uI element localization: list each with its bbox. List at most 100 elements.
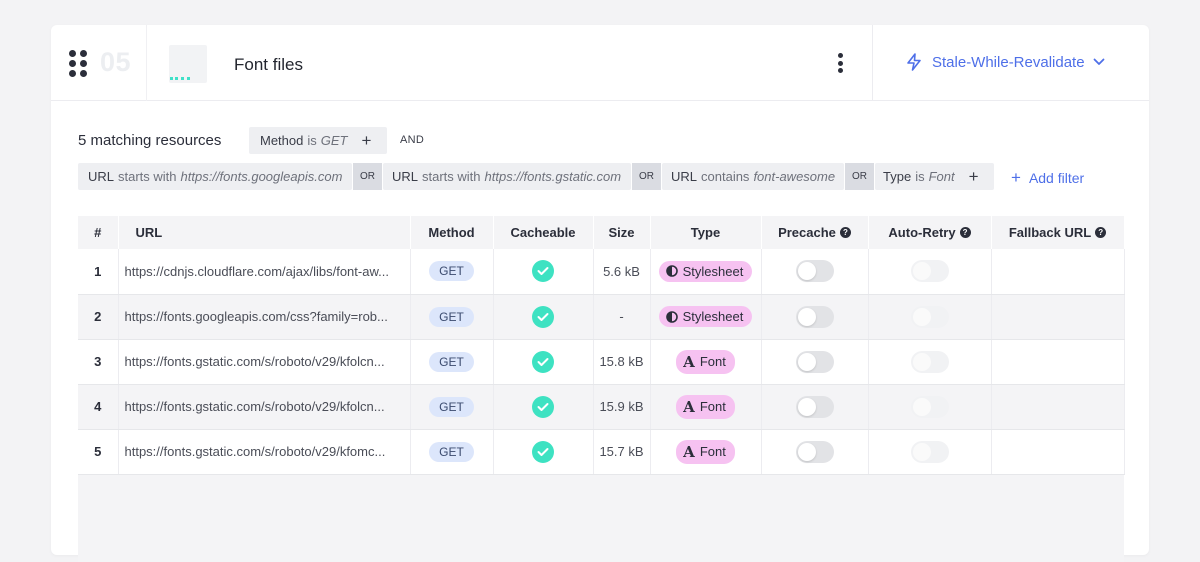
- type-badge: A Font: [676, 439, 735, 464]
- row-method: GET: [410, 384, 494, 430]
- check-icon: [532, 260, 554, 283]
- row-url: https://fonts.googleapis.com/css?family=…: [118, 294, 411, 340]
- row-auto-retry: [868, 294, 992, 340]
- filter-chip-url-1[interactable]: URL starts with https://fonts.googleapis…: [78, 163, 352, 190]
- row-size: 5.6 kB: [593, 249, 651, 295]
- rule-header: 05 Font files Stale-While-Revalidate: [51, 25, 1149, 101]
- row-size: 15.9 kB: [593, 384, 651, 430]
- add-filter-label: Add filter: [1028, 170, 1085, 186]
- filter-chip-method[interactable]: Method is GET +: [249, 127, 387, 154]
- row-cacheable: [493, 249, 594, 295]
- plus-icon[interactable]: +: [969, 167, 979, 187]
- row-size: 15.8 kB: [593, 339, 651, 385]
- chip-value: font-awesome: [753, 169, 836, 184]
- row-precache: [761, 249, 869, 295]
- filter-chip-url-2[interactable]: URL starts with https://fonts.gstatic.co…: [383, 163, 631, 190]
- row-fallback-url[interactable]: [991, 249, 1125, 295]
- row-url: https://fonts.gstatic.com/s/roboto/v29/k…: [118, 429, 411, 475]
- header-fallback-url-label: Fallback URL: [1008, 225, 1092, 240]
- row-precache: [761, 384, 869, 430]
- row-number: 4: [78, 384, 119, 430]
- auto-retry-toggle[interactable]: [910, 440, 949, 463]
- header-auto-retry-label: Auto-Retry: [888, 225, 956, 240]
- type-label: Stylesheet: [682, 309, 744, 324]
- add-filter-button[interactable]: + Add filter: [1011, 168, 1084, 188]
- row-type: A Font: [650, 429, 762, 475]
- chip-field: Method: [260, 133, 304, 148]
- header-url[interactable]: URL: [118, 216, 411, 249]
- header-divider: [146, 25, 147, 101]
- method-badge: GET: [429, 306, 474, 327]
- plus-icon: +: [1011, 168, 1021, 187]
- precache-toggle[interactable]: [795, 395, 834, 418]
- strategy-dropdown[interactable]: Stale-While-Revalidate: [906, 53, 1105, 71]
- letter-a-icon: A: [683, 442, 695, 461]
- filter-chip-type[interactable]: Type is Font +: [875, 163, 994, 190]
- type-badge: A Font: [676, 394, 735, 419]
- row-precache: [761, 339, 869, 385]
- header-size[interactable]: Size: [593, 216, 651, 249]
- rule-title[interactable]: Font files: [234, 55, 303, 75]
- header-cacheable[interactable]: Cacheable: [493, 216, 594, 249]
- header-num: #: [78, 216, 119, 249]
- row-cacheable: [493, 429, 594, 475]
- row-method: GET: [410, 294, 494, 340]
- precache-toggle[interactable]: [795, 440, 834, 463]
- row-type: Stylesheet: [650, 249, 762, 295]
- row-fallback-url[interactable]: [991, 294, 1125, 340]
- header-auto-retry: Auto-Retry?: [868, 216, 992, 249]
- header-precache-label: Precache: [778, 225, 836, 240]
- row-method: GET: [410, 429, 494, 475]
- row-auto-retry: [868, 339, 992, 385]
- row-type: A Font: [650, 339, 762, 385]
- rule-card: 05 Font files Stale-While-Revalidate 5 m…: [51, 25, 1149, 562]
- chip-field: URL: [88, 169, 115, 184]
- check-icon: [532, 440, 554, 463]
- header-method[interactable]: Method: [410, 216, 494, 249]
- precache-toggle[interactable]: [795, 260, 834, 283]
- help-icon[interactable]: ?: [1095, 227, 1107, 239]
- precache-toggle[interactable]: [795, 305, 834, 328]
- method-badge: GET: [429, 396, 474, 417]
- header-type[interactable]: Type: [650, 216, 762, 249]
- row-auto-retry: [868, 384, 992, 430]
- chip-value: GET: [320, 133, 348, 148]
- row-cacheable: [493, 294, 594, 340]
- row-url: https://fonts.gstatic.com/s/roboto/v29/k…: [118, 384, 411, 430]
- plus-icon[interactable]: +: [362, 131, 372, 151]
- type-badge: A Font: [676, 349, 735, 374]
- more-options-icon[interactable]: [838, 53, 844, 73]
- row-fallback-url[interactable]: [991, 384, 1125, 430]
- auto-retry-toggle[interactable]: [910, 260, 949, 283]
- row-fallback-url[interactable]: [991, 339, 1125, 385]
- drag-handle-icon[interactable]: [69, 50, 87, 77]
- half-circle-icon: [665, 265, 678, 278]
- help-icon[interactable]: ?: [839, 227, 851, 239]
- table-row: 4 https://fonts.gstatic.com/s/roboto/v29…: [78, 384, 1125, 430]
- auto-retry-toggle[interactable]: [910, 395, 949, 418]
- precache-toggle[interactable]: [795, 350, 834, 373]
- type-label: Font: [699, 444, 726, 459]
- method-badge: GET: [429, 441, 474, 462]
- strategy-label: Stale-While-Revalidate: [932, 53, 1085, 71]
- row-size: -: [593, 294, 651, 340]
- auto-retry-toggle[interactable]: [910, 305, 949, 328]
- row-auto-retry: [868, 249, 992, 295]
- table-header-row: # URL Method Cacheable Size Type Precach…: [78, 216, 1125, 249]
- chip-op: is: [307, 133, 317, 148]
- type-badge: Stylesheet: [658, 260, 753, 282]
- rule-order-number: 05: [100, 47, 132, 77]
- or-label: OR: [353, 163, 382, 190]
- filter-chip-url-3[interactable]: URL contains font-awesome: [662, 163, 844, 190]
- row-type: Stylesheet: [650, 294, 762, 340]
- auto-retry-toggle[interactable]: [910, 350, 949, 373]
- row-fallback-url[interactable]: [991, 429, 1125, 475]
- thumbnail-accent: [170, 76, 190, 80]
- table-row: 2 https://fonts.googleapis.com/css?famil…: [78, 294, 1125, 340]
- row-cacheable: [493, 384, 594, 430]
- half-circle-icon: [665, 310, 678, 323]
- type-label: Font: [699, 354, 726, 369]
- check-icon: [532, 350, 554, 373]
- row-method: GET: [410, 339, 494, 385]
- help-icon[interactable]: ?: [959, 227, 971, 239]
